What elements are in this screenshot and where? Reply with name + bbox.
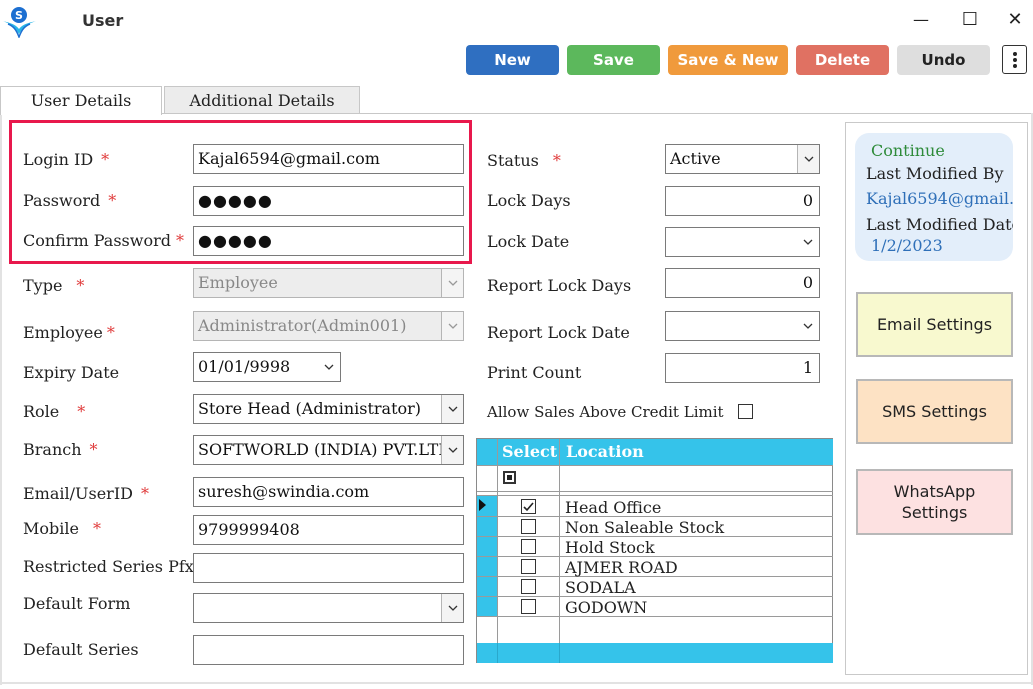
row-checkbox[interactable] xyxy=(521,579,536,594)
modified-info-box: Continue Last Modified By Kajal6594@gmai… xyxy=(855,133,1013,261)
select-all-checkbox[interactable] xyxy=(503,471,516,484)
email-label: Email/UserID * xyxy=(23,484,149,503)
chevron-down-icon xyxy=(797,228,819,256)
last-modified-date-label: Last Modified Date xyxy=(866,215,1013,234)
row-checkbox[interactable] xyxy=(521,599,536,614)
login-id-input[interactable]: Kajal6594@gmail.com xyxy=(193,144,464,174)
list-item[interactable]: GODOWN xyxy=(565,598,647,617)
svg-text:S: S xyxy=(15,9,23,22)
delete-button[interactable]: Delete xyxy=(796,45,889,75)
location-grid: Select Location Head Office Non Saleable… xyxy=(476,438,833,663)
employee-label: Employee * xyxy=(23,323,115,342)
maximize-button[interactable]: ☐ xyxy=(955,8,985,32)
type-label: Type * xyxy=(23,276,85,295)
chevron-down-icon xyxy=(441,269,463,297)
print-count-label: Print Count xyxy=(487,363,582,382)
password-input[interactable]: ●●●●● xyxy=(193,186,464,216)
app-logo-icon: S xyxy=(2,4,38,40)
default-series-label: Default Series xyxy=(23,640,139,659)
save-and-new-button[interactable]: Save & New xyxy=(668,45,788,75)
more-options-button[interactable] xyxy=(1002,45,1027,74)
new-button[interactable]: New xyxy=(466,45,559,75)
select-column-header[interactable]: Select xyxy=(498,439,559,465)
save-button[interactable]: Save xyxy=(567,45,660,75)
tab-user-details[interactable]: User Details xyxy=(0,86,162,115)
lock-date-picker[interactable] xyxy=(665,227,820,257)
default-form-select[interactable] xyxy=(193,593,464,623)
window-title: User xyxy=(82,11,124,30)
list-item[interactable]: AJMER ROAD xyxy=(565,558,678,577)
allow-sales-label: Allow Sales Above Credit Limit xyxy=(487,403,724,421)
email-settings-button[interactable]: Email Settings xyxy=(856,292,1013,357)
more-dots-icon xyxy=(1013,52,1017,56)
report-lock-days-label: Report Lock Days xyxy=(487,276,632,295)
chevron-down-icon xyxy=(441,436,463,464)
report-lock-days-input[interactable]: 0 xyxy=(665,268,820,298)
status-label: Status * xyxy=(487,151,561,170)
lock-days-label: Lock Days xyxy=(487,191,571,210)
report-lock-date-picker[interactable] xyxy=(665,311,820,341)
restricted-series-label: Restricted Series Pfx. xyxy=(23,557,199,576)
report-lock-date-label: Report Lock Date xyxy=(487,323,630,342)
print-count-input[interactable]: 1 xyxy=(665,353,820,383)
status-select[interactable]: Active xyxy=(665,144,820,174)
lock-date-label: Lock Date xyxy=(487,232,570,251)
undo-button[interactable]: Undo xyxy=(897,45,990,75)
last-modified-date-value: 1/2/2023 xyxy=(871,236,943,255)
row-checkbox[interactable] xyxy=(521,519,536,534)
location-column-header[interactable]: Location xyxy=(560,439,833,465)
lock-days-input[interactable]: 0 xyxy=(665,186,820,216)
chevron-down-icon xyxy=(797,145,819,173)
chevron-down-icon xyxy=(318,353,340,381)
employee-select[interactable]: Administrator(Admin001) xyxy=(193,311,464,341)
mobile-input[interactable]: 9799999408 xyxy=(193,515,464,545)
list-item[interactable]: Head Office xyxy=(565,498,661,517)
email-input[interactable]: suresh@swindia.com xyxy=(193,477,464,507)
minimize-button[interactable]: — xyxy=(906,8,936,32)
checkmark-icon xyxy=(523,502,534,512)
list-item[interactable]: SODALA xyxy=(565,578,636,597)
role-label: Role * xyxy=(23,402,86,421)
chevron-down-icon xyxy=(441,312,463,340)
list-item[interactable]: Non Saleable Stock xyxy=(565,518,724,537)
allow-sales-checkbox[interactable] xyxy=(738,404,753,419)
default-series-input[interactable] xyxy=(193,635,464,665)
type-select[interactable]: Employee xyxy=(193,268,464,298)
close-button[interactable]: ✕ xyxy=(1000,8,1030,32)
last-modified-by-value: Kajal6594@gmail.c xyxy=(866,189,1013,208)
password-label: Password * xyxy=(23,191,117,210)
expiry-date-picker[interactable]: 01/01/9998 xyxy=(193,352,341,382)
role-select[interactable]: Store Head (Administrator) xyxy=(193,394,464,424)
default-form-label: Default Form xyxy=(23,594,131,613)
login-id-label: Login ID * xyxy=(23,150,110,169)
row-checkbox[interactable] xyxy=(521,539,536,554)
chevron-down-icon xyxy=(441,594,463,622)
chevron-down-icon xyxy=(797,312,819,340)
grid-footer xyxy=(477,643,833,663)
tab-additional-details[interactable]: Additional Details xyxy=(164,86,360,114)
current-row-arrow-icon xyxy=(479,499,486,511)
whatsapp-settings-button[interactable]: WhatsApp Settings xyxy=(856,469,1013,535)
branch-select[interactable]: SOFTWORLD (INDIA) PVT.LTD xyxy=(193,435,464,465)
mobile-label: Mobile * xyxy=(23,519,101,538)
last-modified-by-label: Last Modified By xyxy=(866,164,1004,183)
sms-settings-button[interactable]: SMS Settings xyxy=(856,379,1013,444)
expiry-date-label: Expiry Date xyxy=(23,363,120,382)
list-item[interactable]: Hold Stock xyxy=(565,538,655,557)
row-checkbox[interactable] xyxy=(521,559,536,574)
chevron-down-icon xyxy=(441,395,463,423)
row-checkbox-checked[interactable] xyxy=(521,499,536,514)
confirm-password-input[interactable]: ●●●●● xyxy=(193,226,464,256)
confirm-password-label: Confirm Password * xyxy=(23,231,184,250)
branch-label: Branch * xyxy=(23,440,98,459)
restricted-series-input[interactable] xyxy=(193,553,464,583)
continue-link[interactable]: Continue xyxy=(871,141,945,160)
